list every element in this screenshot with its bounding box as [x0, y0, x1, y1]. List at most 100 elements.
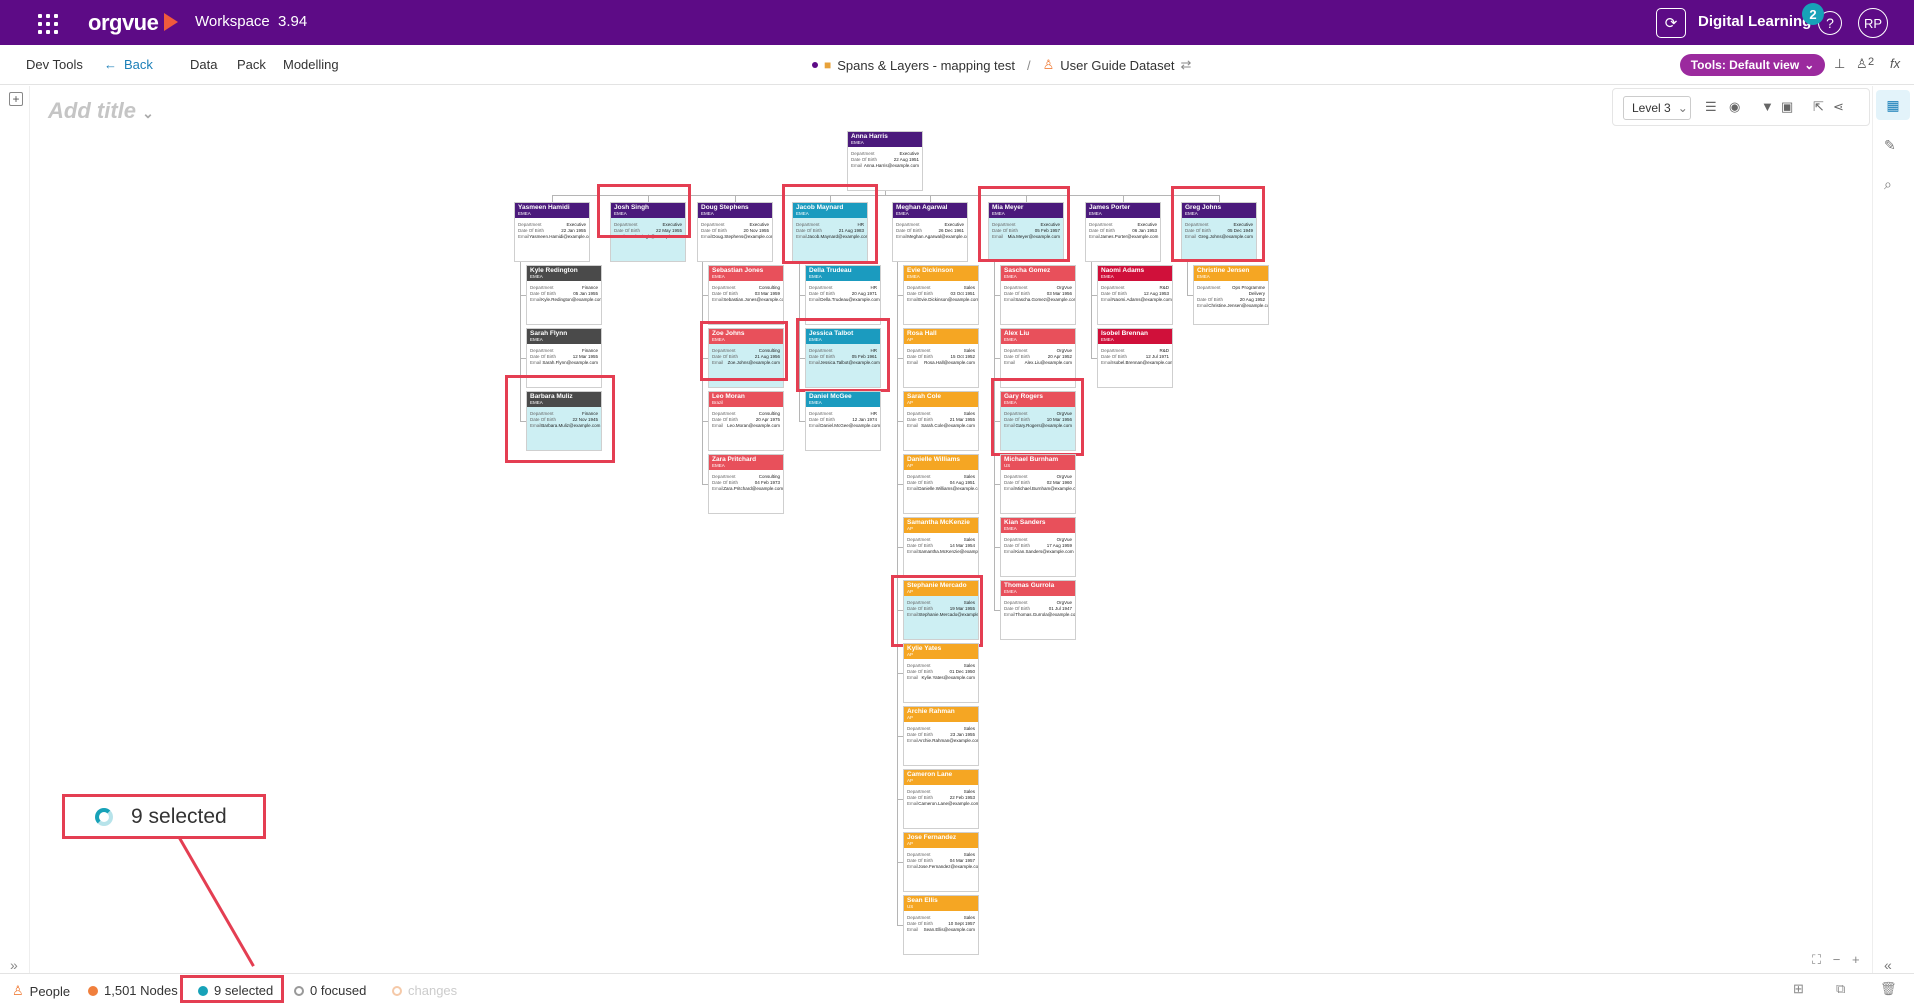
focused-status[interactable]: 0 focused	[294, 983, 366, 998]
card-field: Email Yasmeen.Hamidi@example.com	[515, 234, 589, 240]
card-field: Email Sarah.Flynn@example.com	[527, 360, 601, 366]
card-region: AP	[907, 400, 914, 405]
connector-line	[1091, 262, 1092, 358]
card-name: Michael Burnham	[1004, 456, 1059, 463]
org-card[interactable]: Rosa Hall AP Department Sales Date Of Birth 1…	[903, 328, 979, 388]
org-card[interactable]: Michael Burnham US Department OrgVue Date Of…	[1000, 454, 1076, 514]
connector-line	[1187, 262, 1188, 295]
card-field-label: Email	[907, 297, 919, 302]
card-name: Alex Liu	[1004, 330, 1030, 337]
zoom-controls: ⛶ − +	[1812, 952, 1860, 968]
org-card[interactable]: Sascha Gomez EMEA Department OrgVue Date Of …	[1000, 265, 1076, 325]
card-header: Anna Harris EMEA	[848, 132, 922, 147]
fit-screen-icon[interactable]: ⛶	[1812, 952, 1821, 967]
selected-callout: 9 selected	[62, 794, 266, 839]
org-card[interactable]: Della Trudeau EMEA Department HR Date Of Bir…	[805, 265, 881, 325]
card-header: James Porter EMEA	[1086, 203, 1160, 218]
card-field-label: Email	[518, 234, 530, 239]
zoom-out-icon[interactable]: −	[1833, 952, 1841, 967]
org-card[interactable]: Naomi Adams EMEA Department R&D Date Of Birt…	[1097, 265, 1173, 325]
selection-highlight	[891, 575, 983, 647]
card-region: EMEA	[1101, 274, 1114, 279]
org-card[interactable]: Kian Sanders EMEA Department OrgVue Date Of …	[1000, 517, 1076, 577]
nodes-icon	[88, 985, 98, 996]
card-header: Leo Moran Brazil	[709, 392, 783, 407]
org-card[interactable]: Thomas Gurrola EMEA Department OrgVue Date O…	[1000, 580, 1076, 640]
card-field-value: Jose.Fernandez@example.com	[918, 864, 979, 869]
org-card[interactable]: Zara Pritchard EMEA Department Consulting Da…	[708, 454, 784, 514]
card-region: EMEA	[530, 274, 543, 279]
card-field: Email Naomi.Adams@example.com	[1098, 297, 1172, 303]
card-field-value: Danielle.Williams@example.com	[918, 486, 979, 491]
org-card[interactable]: Isobel Brennan EMEA Department R&D Date Of B…	[1097, 328, 1173, 388]
card-field-value: Christine.Jensen@example.com	[1208, 303, 1269, 308]
card-field-value: Sarah.Cole@example.com	[921, 423, 975, 428]
card-header: Sean Ellis US	[904, 896, 978, 911]
org-card[interactable]: Meghan Agarwal EMEA Department Executive Dat…	[892, 202, 968, 262]
org-card[interactable]: Christine Jensen EMEA Department Ops Progra…	[1193, 265, 1269, 325]
org-card[interactable]: Archie Rahman AP Department Sales Date Of Bi…	[903, 706, 979, 766]
card-name: Archie Rahman	[907, 708, 955, 715]
card-field-label: Email	[530, 360, 542, 365]
card-field-value: Sarah.Flynn@example.com	[542, 360, 598, 365]
card-region: EMEA	[701, 211, 714, 216]
card-name: Della Trudeau	[809, 267, 852, 274]
card-name: Meghan Agarwal	[896, 204, 948, 211]
card-field: Email Isobel.Brennan@example.com	[1098, 360, 1172, 366]
org-card[interactable]: Kylie Yates AP Department Sales Date Of Birt…	[903, 643, 979, 703]
selection-highlight	[796, 318, 890, 392]
org-card[interactable]: Anna Harris EMEA Department Executive Date O…	[847, 131, 923, 191]
org-card[interactable]: Doug Stephens EMEA Department Executive Date…	[697, 202, 773, 262]
card-header: Sarah Flynn EMEA	[527, 329, 601, 344]
card-field-value: Evie.Dickinson@example.com	[918, 297, 979, 302]
org-card[interactable]: Danielle Williams AP Department Sales Date O…	[903, 454, 979, 514]
card-region: EMEA	[530, 337, 543, 342]
card-field: Department Ops Programme Delivery	[1194, 285, 1268, 297]
card-name: Kyle Redington	[530, 267, 578, 274]
copy-icon[interactable]: ⧉	[1836, 981, 1845, 997]
card-region: AP	[907, 841, 914, 846]
card-name: Thomas Gurrola	[1004, 582, 1055, 589]
nodes-status[interactable]: 1,501 Nodes	[88, 983, 178, 998]
card-name: Sascha Gomez	[1004, 267, 1051, 274]
card-region: EMEA	[1004, 337, 1017, 342]
card-name: Rosa Hall	[907, 330, 937, 337]
connector-line	[930, 195, 931, 202]
card-name: Doug Stephens	[701, 204, 749, 211]
org-card[interactable]: Jose Fernandez AP Department Sales Date Of B…	[903, 832, 979, 892]
card-name: Naomi Adams	[1101, 267, 1145, 274]
delete-icon[interactable]: 🗑	[1880, 981, 1897, 997]
org-card[interactable]: Sarah Cole AP Department Sales Date Of Birth…	[903, 391, 979, 451]
add-node-icon[interactable]: ⊞	[1793, 981, 1804, 997]
org-card[interactable]: Cameron Lane AP Department Sales Date Of Bir…	[903, 769, 979, 829]
focused-icon	[294, 985, 304, 996]
org-card[interactable]: Evie Dickinson EMEA Department Sales Date Of…	[903, 265, 979, 325]
org-card[interactable]: James Porter EMEA Department Executive Date …	[1085, 202, 1161, 262]
card-header: Sarah Cole AP	[904, 392, 978, 407]
org-card[interactable]: Sebastian Jones EMEA Department Consulting D…	[708, 265, 784, 325]
card-field: Email Leo.Moran@example.com	[709, 423, 783, 429]
card-field-label: Email	[1004, 549, 1016, 554]
card-field-label: Email	[896, 234, 908, 239]
card-header: Naomi Adams EMEA	[1098, 266, 1172, 281]
card-field-label: Email	[907, 423, 919, 428]
org-card[interactable]: Sean Ellis US Department Sales Date Of Birth…	[903, 895, 979, 955]
card-field-value: Yasmeen.Hamidi@example.com	[529, 234, 590, 239]
card-field-value: Doug.Stephens@example.com	[712, 234, 773, 239]
card-field-label: Email	[712, 297, 724, 302]
card-region: EMEA	[1089, 211, 1102, 216]
changes-status[interactable]: changes	[392, 983, 457, 998]
org-card[interactable]: Leo Moran Brazil Department Consulting Date …	[708, 391, 784, 451]
org-card[interactable]: Kyle Redington EMEA Department Finance Date …	[526, 265, 602, 325]
nodes-label: 1,501 Nodes	[104, 983, 178, 998]
card-header: Alex Liu EMEA	[1001, 329, 1075, 344]
people-status[interactable]: ♙ People	[12, 983, 70, 999]
selection-highlight	[991, 378, 1084, 456]
card-field-label: Email	[907, 360, 919, 365]
card-header: Evie Dickinson EMEA	[904, 266, 978, 281]
card-field: Email Kian.Sanders@example.com	[1001, 549, 1075, 555]
org-card[interactable]: Daniel McGee EMEA Department HR Date Of Birt…	[805, 391, 881, 451]
org-card[interactable]: Samantha McKenzie AP Department Sales Date O…	[903, 517, 979, 577]
zoom-in-icon[interactable]: +	[1852, 952, 1860, 967]
org-card[interactable]: Yasmeen Hamidi EMEA Department Executive Dat…	[514, 202, 590, 262]
